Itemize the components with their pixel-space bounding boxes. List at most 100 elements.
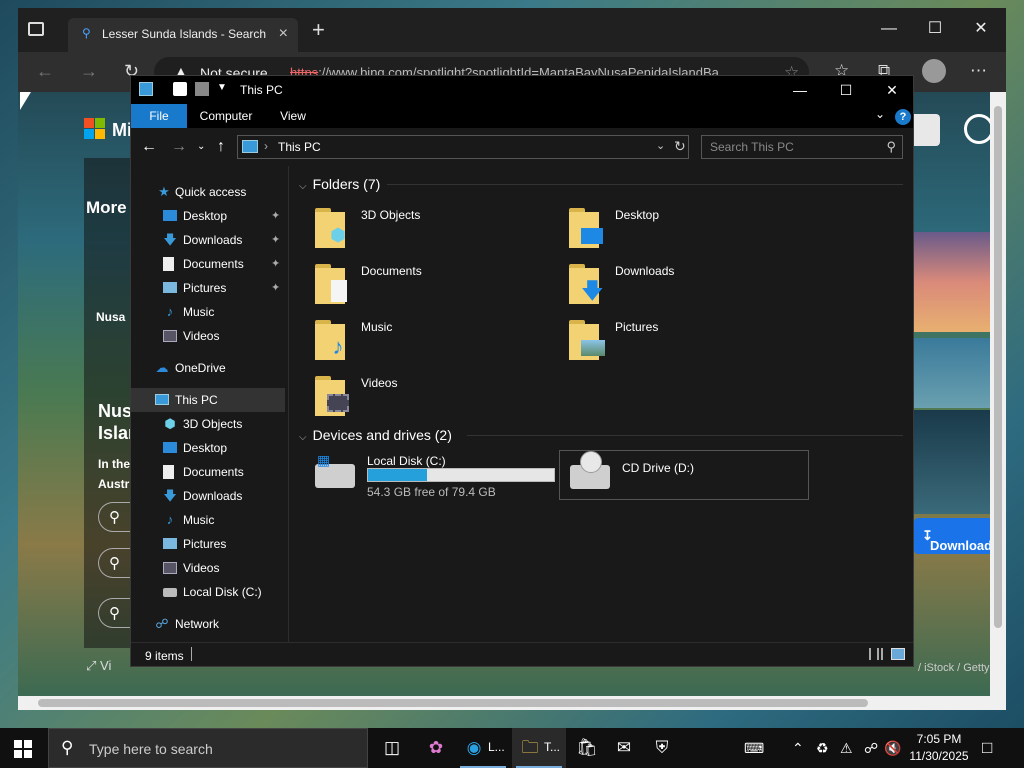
nav-pc-documents[interactable]: Documents [131, 460, 285, 484]
nav-videos[interactable]: Videos [131, 324, 285, 348]
drive-cd-d[interactable]: CD Drive (D:) [559, 450, 809, 500]
nav-quick-access[interactable]: ★ Quick access [131, 180, 285, 204]
tab-close-icon[interactable]: × [279, 25, 288, 43]
folder-icon [315, 376, 351, 416]
task-view-button[interactable]: ◫ [374, 728, 410, 768]
nav-label: Pictures [183, 281, 227, 295]
nav-music[interactable]: ♪ Music [131, 300, 285, 324]
chevron-down-icon[interactable]: ⌵ [299, 432, 307, 443]
nav-downloads[interactable]: 🡇 Downloads ✦ [131, 228, 285, 252]
browser-tab[interactable]: ⚲ Lesser Sunda Islands - Search × [68, 18, 298, 52]
breadcrumb[interactable]: This PC [278, 140, 321, 154]
tab-actions-icon[interactable] [28, 22, 44, 36]
new-tab-icon[interactable]: + [312, 19, 325, 41]
network-tray-icon[interactable]: ☍ [864, 740, 878, 757]
nav-pc-videos[interactable]: Videos [131, 556, 285, 580]
profile-avatar[interactable] [922, 59, 946, 83]
browser-maximize-icon[interactable]: ☐ [912, 14, 958, 44]
properties-icon[interactable] [173, 82, 187, 96]
pin-icon[interactable]: ✦ [271, 257, 280, 270]
address-path[interactable]: › This PC ⌄ ↻ [237, 135, 689, 159]
folder-pictures[interactable]: Pictures [569, 316, 809, 368]
close-icon[interactable]: ✕ [869, 76, 915, 104]
nav-pc-desktop[interactable]: Desktop [131, 436, 285, 460]
tab-computer[interactable]: Computer [191, 104, 261, 128]
nav-documents[interactable]: Documents ✦ [131, 252, 285, 276]
pin-icon[interactable]: ✦ [271, 209, 280, 222]
vertical-scrollbar[interactable] [990, 92, 1006, 696]
horizontal-scroll-thumb[interactable] [38, 699, 868, 707]
taskbar-search[interactable]: ⚲ Type here to search [48, 728, 368, 768]
large-icons-view-icon[interactable] [891, 648, 905, 660]
forward-icon[interactable]: → [171, 138, 187, 156]
drives-group-header[interactable]: ⌵ Devices and drives (2) [299, 427, 452, 443]
pin-icon[interactable]: ✦ [271, 281, 280, 294]
copilot-button[interactable]: ✿ [418, 728, 454, 768]
chevron-down-icon[interactable]: ⌵ [299, 181, 307, 192]
mail-button[interactable]: ✉ [606, 728, 642, 768]
nav-desktop[interactable]: Desktop ✦ [131, 204, 285, 228]
tray-app-icon[interactable]: ♻ [816, 740, 829, 757]
folder-3d-objects[interactable]: ⬢ 3D Objects [315, 204, 555, 256]
help-icon[interactable]: ? [895, 109, 911, 125]
start-button[interactable] [14, 740, 32, 758]
volume-muted-icon[interactable]: 🔇 [884, 740, 901, 757]
nav-onedrive[interactable]: ☁ OneDrive [131, 356, 285, 380]
nav-3d-objects[interactable]: ⬢ 3D Objects [131, 412, 285, 436]
chevron-down-icon[interactable]: ⌄ [656, 139, 665, 152]
folder-downloads[interactable]: 🡇 Downloads [569, 260, 809, 312]
folder-videos[interactable]: Videos [315, 372, 555, 424]
nav-network[interactable]: ☍ Network [131, 612, 285, 636]
folder-desktop[interactable]: Desktop [569, 204, 809, 256]
browser-close-icon[interactable]: ✕ [958, 14, 1004, 44]
up-icon[interactable]: ↑ [217, 138, 225, 156]
nav-pc-downloads[interactable]: 🡇 Downloads [131, 484, 285, 508]
minimize-icon[interactable]: — [777, 76, 823, 104]
tab-file[interactable]: File [131, 104, 187, 128]
horizontal-scrollbar[interactable] [18, 696, 1006, 710]
browser-minimize-icon[interactable]: — [866, 14, 912, 44]
folder-documents[interactable]: Documents [315, 260, 555, 312]
rewards-icon[interactable] [964, 114, 990, 144]
view-link[interactable]: ⤢ Vi [86, 658, 111, 674]
folders-group-header[interactable]: ⌵ Folders (7) [299, 176, 380, 192]
nav-this-pc[interactable]: This PC [131, 388, 285, 412]
star-icon: ★ [158, 184, 170, 199]
folder-music[interactable]: ♪ Music [315, 316, 555, 368]
maximize-icon[interactable]: ☐ [823, 76, 869, 104]
refresh-icon[interactable]: ↻ [674, 138, 686, 155]
back-icon[interactable]: ← [36, 61, 54, 82]
nav-pictures[interactable]: Pictures ✦ [131, 276, 285, 300]
new-folder-icon[interactable] [195, 82, 209, 96]
thumbnail-sea[interactable] [914, 338, 990, 408]
vertical-scroll-thumb[interactable] [994, 106, 1002, 628]
drive-local-disk-c[interactable]: ▦ Local Disk (C:) 54.3 GB free of 79.4 G… [305, 450, 555, 500]
thumbnail-sunset[interactable] [914, 232, 990, 332]
breadcrumb-chevron-icon[interactable]: › [264, 139, 268, 153]
nav-pc-pictures[interactable]: Pictures [131, 532, 285, 556]
details-view-icon[interactable] [869, 648, 883, 660]
more-options-icon[interactable]: ⋯ [970, 61, 987, 81]
forward-icon[interactable]: → [80, 61, 98, 82]
tray-warning-icon[interactable]: ⚠ [840, 740, 853, 757]
system-clock[interactable]: 7:05 PM 11/30/2025 [902, 731, 976, 765]
keyboard-icon[interactable]: ⌨ [744, 740, 764, 757]
explorer-titlebar[interactable]: ▼ This PC — ☐ ✕ [131, 76, 913, 104]
nav-pc-music[interactable]: ♪ Music [131, 508, 285, 532]
chevron-up-icon[interactable]: ⌃ [792, 740, 804, 757]
recent-locations-icon[interactable]: ⌄ [197, 141, 205, 152]
taskbar-edge[interactable]: ◉ L... [456, 728, 510, 768]
notifications-icon[interactable]: □ [982, 738, 992, 758]
customize-qat-icon[interactable]: ▼ [217, 82, 231, 96]
thumbnail-night[interactable] [914, 410, 990, 514]
download-button[interactable]: ↧ Download [914, 518, 990, 554]
taskbar-explorer[interactable]: 🗀 T... [512, 728, 566, 768]
search-input[interactable]: Search This PC ⚲ [701, 135, 903, 159]
pin-icon[interactable]: ✦ [271, 233, 280, 246]
expand-ribbon-icon[interactable]: ⌄ [875, 107, 885, 121]
store-button[interactable]: 🛍 [568, 728, 604, 768]
tab-view[interactable]: View [269, 104, 317, 128]
nav-local-disk[interactable]: Local Disk (C:) [131, 580, 285, 604]
security-button[interactable]: ⛨ [644, 728, 680, 768]
back-icon[interactable]: ← [141, 138, 157, 156]
